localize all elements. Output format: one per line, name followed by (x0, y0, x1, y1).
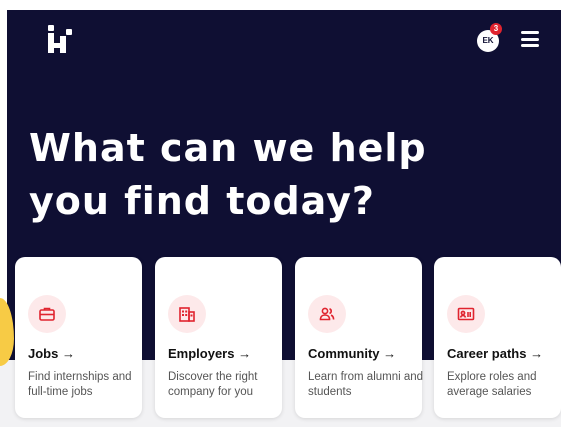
id-card-icon (447, 295, 485, 333)
card-title: Employers → (168, 346, 252, 361)
page-title: What can we help you find today? (29, 122, 427, 228)
user-avatar[interactable]: EK 3 (477, 23, 502, 52)
card-community[interactable]: Community → Learn from alumni and studen… (295, 257, 423, 418)
arrow-right-icon: → (238, 346, 252, 361)
hamburger-menu-icon[interactable] (521, 31, 539, 47)
people-icon (308, 295, 346, 333)
card-description: Discover the right company for you (168, 371, 258, 398)
card-jobs[interactable]: Jobs → Find internships and full-time jo… (15, 257, 142, 418)
handshake-logo-icon[interactable] (47, 25, 73, 53)
card-career-paths[interactable]: Career paths → Explore roles and average… (434, 257, 561, 418)
card-description: Learn from alumni and students (308, 371, 424, 398)
headline-line-2: you find today? (29, 179, 375, 223)
card-title: Community → (308, 346, 397, 361)
card-title: Career paths → (447, 346, 544, 361)
card-description: Find internships and full-time jobs (28, 371, 132, 398)
arrow-right-icon: → (530, 346, 544, 361)
card-description: Explore roles and average salaries (447, 371, 537, 398)
building-icon (168, 295, 206, 333)
briefcase-icon (28, 295, 66, 333)
headline-line-1: What can we help (29, 126, 427, 170)
card-title: Jobs → (28, 346, 75, 361)
arrow-right-icon: → (61, 346, 75, 361)
arrow-right-icon: → (383, 346, 397, 361)
notification-badge: 3 (490, 23, 502, 35)
card-employers[interactable]: Employers → Discover the right company f… (155, 257, 282, 418)
